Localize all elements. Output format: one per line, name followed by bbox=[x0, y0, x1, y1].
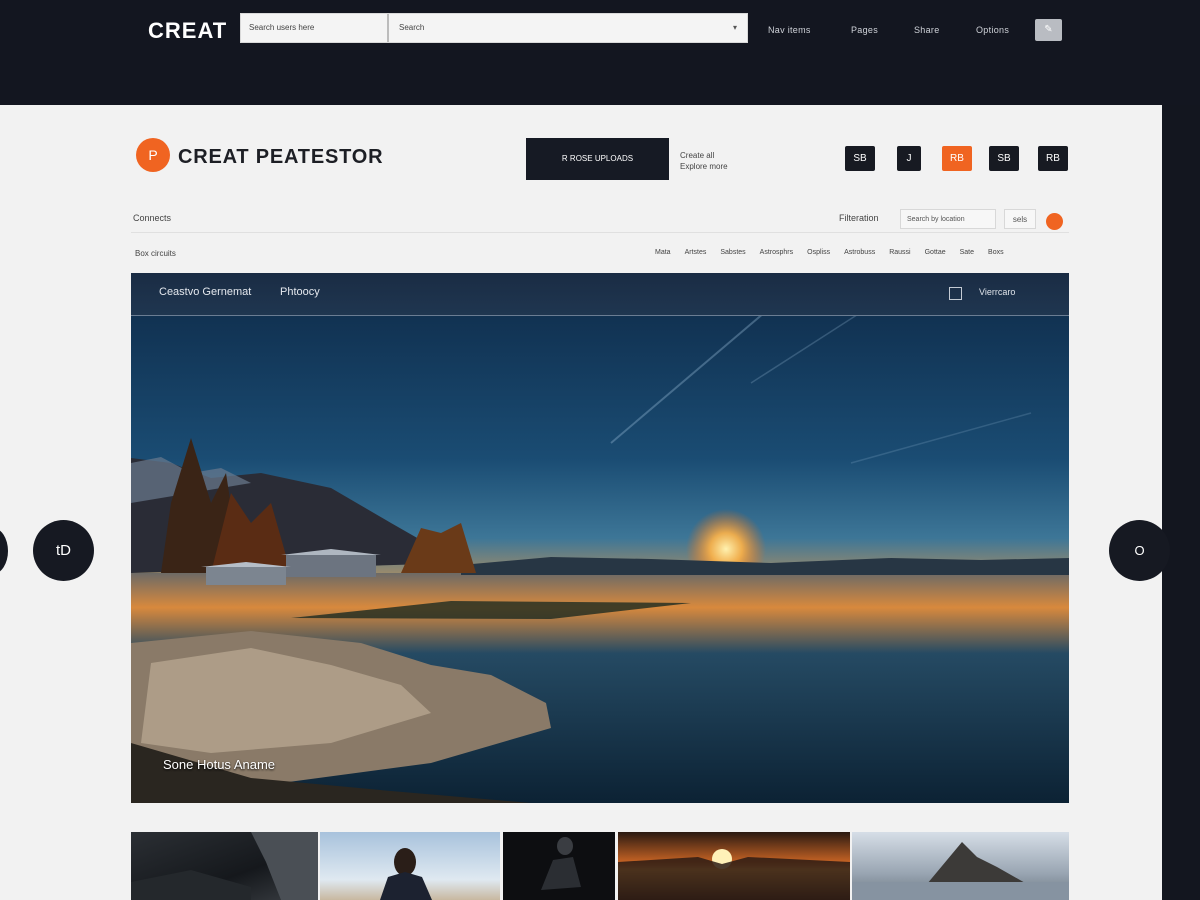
category-item[interactable]: Gottae bbox=[925, 249, 946, 256]
filter-apply-icon[interactable] bbox=[1046, 213, 1063, 230]
cta-line-1: Create all bbox=[680, 151, 715, 160]
logo-icon: P bbox=[136, 138, 170, 172]
thumbnail-image-portrait bbox=[380, 848, 432, 900]
hero-toolbar: Ceastvo Gernemat Phtoocy Vierrcaro bbox=[131, 273, 1069, 316]
category-item[interactable]: Artstes bbox=[685, 249, 707, 256]
select-checkbox[interactable] bbox=[949, 287, 962, 300]
thumbnail-4[interactable] bbox=[618, 832, 850, 900]
top-nav-item-3[interactable]: Share bbox=[914, 25, 940, 35]
thumbnail-5[interactable] bbox=[852, 832, 1069, 900]
category-nav: Mata Artstes Sabstes Astrosphrs Ospliss … bbox=[655, 249, 1004, 256]
toolbar-button-3[interactable]: RB bbox=[942, 146, 972, 171]
hero-image-viewer[interactable]: Ceastvo Gernemat Phtoocy Vierrcaro Sone … bbox=[131, 273, 1069, 803]
category-item[interactable]: Astrosphrs bbox=[760, 249, 793, 256]
upload-button[interactable]: R ROSE UPLOADS bbox=[526, 138, 669, 180]
filter-select[interactable]: sels bbox=[1004, 209, 1036, 229]
thumbnail-3[interactable] bbox=[503, 832, 615, 900]
search-input[interactable]: Search ▾ bbox=[389, 14, 747, 42]
filter-label: Filteration bbox=[839, 213, 879, 223]
search-scope-input[interactable]: Search users here bbox=[241, 14, 389, 42]
section-label: Connects bbox=[133, 213, 172, 223]
category-item[interactable]: Sate bbox=[960, 249, 974, 256]
search-input-text: Search bbox=[399, 23, 425, 32]
thumbnail-image-figure bbox=[541, 837, 581, 890]
top-nav-item-1[interactable]: Nav items bbox=[768, 25, 811, 35]
top-nav-item-2[interactable]: Pages bbox=[851, 25, 878, 35]
cta-line-2: Explore more bbox=[680, 162, 728, 171]
thumbnail-image-sunset bbox=[618, 849, 850, 900]
tab-gallery[interactable]: Ceastvo Gernemat bbox=[159, 286, 251, 298]
divider bbox=[131, 232, 1069, 233]
toolbar-button-5[interactable]: RB bbox=[1038, 146, 1068, 171]
category-item[interactable]: Mata bbox=[655, 249, 671, 256]
next-slide-button[interactable]: O bbox=[1109, 520, 1170, 581]
hero-landscape-image bbox=[131, 273, 1069, 803]
view-option[interactable]: Vierrcaro bbox=[979, 287, 1015, 297]
category-item[interactable]: Sabstes bbox=[720, 249, 745, 256]
search-group: Search users here Search ▾ bbox=[240, 13, 748, 43]
toolbar-button-2[interactable]: J bbox=[897, 146, 921, 171]
cta-description: Create all Explore more bbox=[680, 150, 770, 172]
filter-input[interactable]: Search by location bbox=[900, 209, 996, 229]
category-item[interactable]: Astrobuss bbox=[844, 249, 875, 256]
category-item[interactable]: Raussi bbox=[889, 249, 910, 256]
category-item[interactable]: Boxs bbox=[988, 249, 1004, 256]
edit-icon[interactable]: ✎ bbox=[1035, 19, 1062, 41]
top-nav-item-4[interactable]: Options bbox=[976, 25, 1009, 35]
chevron-down-icon[interactable]: ▾ bbox=[733, 14, 737, 42]
thumbnail-2[interactable] bbox=[320, 832, 500, 900]
thumbnail-image-island bbox=[852, 842, 1069, 900]
previous-slide-button[interactable]: tD bbox=[33, 520, 94, 581]
tab-photography[interactable]: Phtoocy bbox=[280, 286, 320, 298]
thumbnail-1[interactable] bbox=[131, 832, 318, 900]
toolbar-button-4[interactable]: SB bbox=[989, 146, 1019, 171]
brand-logo[interactable]: CREAT bbox=[148, 18, 227, 44]
image-caption: Sone Hotus Aname bbox=[163, 757, 276, 772]
subnav-label: Box circuits bbox=[135, 249, 176, 258]
toolbar-button-1[interactable]: SB bbox=[845, 146, 875, 171]
site-title[interactable]: CREAT PEATESTOR bbox=[178, 146, 383, 169]
category-item[interactable]: Ospliss bbox=[807, 249, 830, 256]
top-bar: CREAT Search users here Search ▾ Nav ite… bbox=[0, 0, 1200, 105]
thumbnail-image-dark-cliff bbox=[131, 832, 318, 900]
